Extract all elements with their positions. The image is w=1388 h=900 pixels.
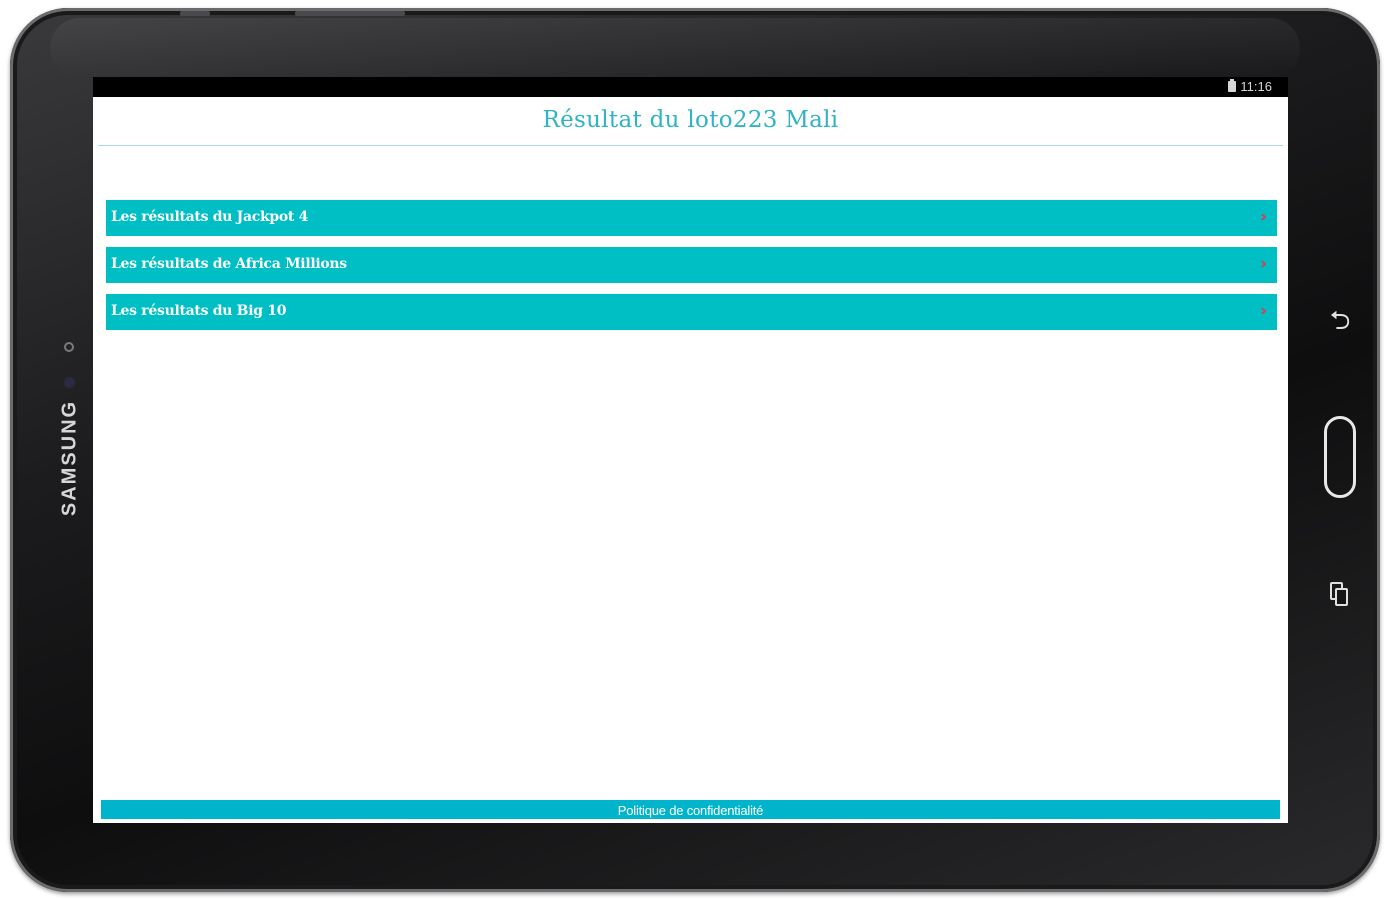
chevron-right-icon: ›	[1259, 207, 1267, 227]
recents-icon-front-square	[1335, 588, 1348, 606]
light-sensor	[64, 342, 74, 352]
chevron-right-icon: ›	[1259, 301, 1267, 321]
frame-highlight	[50, 18, 1300, 78]
page-title: Résultat du loto223 Mali	[542, 107, 839, 133]
recents-icon[interactable]	[1330, 582, 1350, 608]
app-header: Résultat du loto223 Mali	[93, 97, 1288, 147]
status-bar: 11:16	[93, 77, 1288, 97]
menu-item-big-10[interactable]: Les résultats du Big 10 ›	[106, 294, 1277, 330]
privacy-policy-link[interactable]: Politique de confidentialité	[618, 803, 764, 818]
menu-item-africa-millions[interactable]: Les résultats de Africa Millions ›	[106, 247, 1277, 283]
home-button[interactable]	[1324, 416, 1356, 498]
status-indicators: 11:16	[1228, 79, 1272, 94]
header-divider	[98, 145, 1283, 146]
power-button[interactable]	[180, 11, 210, 16]
volume-rocker[interactable]	[295, 11, 405, 16]
menu-item-label: Les résultats du Big 10	[111, 303, 287, 319]
back-icon[interactable]: ⮌	[1326, 306, 1354, 336]
menu-item-jackpot-4[interactable]: Les résultats du Jackpot 4 ›	[106, 200, 1277, 236]
menu-item-label: Les résultats de Africa Millions	[111, 256, 347, 272]
battery-icon	[1228, 79, 1237, 92]
menu-item-label: Les résultats du Jackpot 4	[111, 209, 309, 225]
results-menu: Les résultats du Jackpot 4 › Les résulta…	[106, 200, 1277, 341]
chevron-right-icon: ›	[1259, 254, 1267, 274]
screen: 11:16 Résultat du loto223 Mali Les résul…	[93, 77, 1288, 823]
privacy-policy-bar[interactable]: Politique de confidentialité	[101, 800, 1280, 819]
brand-logo: SAMSUNG	[58, 399, 81, 517]
front-camera	[65, 378, 74, 387]
status-time: 11:16	[1240, 79, 1272, 94]
